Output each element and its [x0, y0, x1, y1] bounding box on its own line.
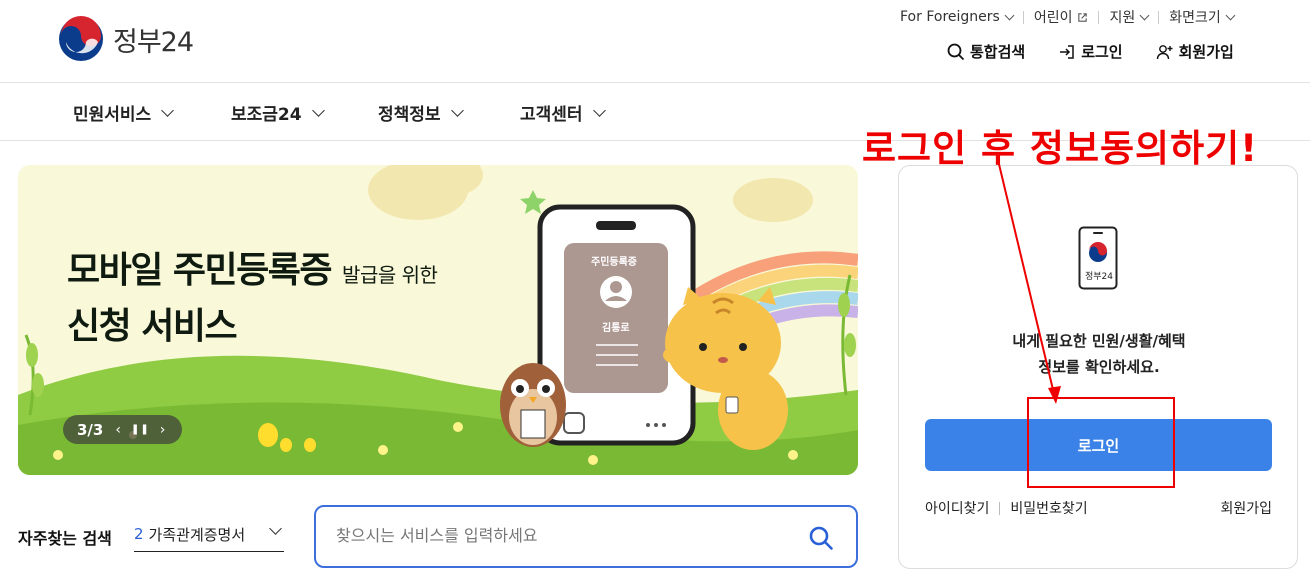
utility-links: For Foreigners 어린이 지원 화면크기 — [900, 7, 1236, 27]
header: 정부24 For Foreigners 어린이 지원 화면크기 통합검색 로그인… — [0, 0, 1310, 83]
for-foreigners-label: For Foreigners — [900, 9, 1000, 25]
nav-item-policy-info[interactable]: 정책정보 — [378, 100, 464, 125]
promo-banner[interactable]: 모바일 주민등록증 발급을 위한 신청 서비스 주민등록증 김통로 3/3 ‹ … — [18, 165, 858, 475]
frequent-search-label: 자주찾는 검색 — [18, 529, 112, 548]
nav-label: 정책정보 — [378, 105, 441, 125]
frequent-search-value: 가족관계증명서 — [148, 525, 246, 544]
font-size-label: 화면크기 — [1169, 10, 1221, 26]
integrated-search-button[interactable]: 통합검색 — [947, 41, 1025, 62]
divider — [1098, 10, 1100, 24]
pager-count: 3/3 — [77, 420, 104, 439]
chevron-down-icon — [1004, 10, 1015, 20]
login-links: 아이디찾기 비밀번호찾기 회원가입 — [925, 498, 1272, 518]
font-size-link[interactable]: 화면크기 — [1169, 7, 1236, 27]
frequent-search-select[interactable]: 2 가족관계증명서 — [134, 517, 284, 552]
divider — [1022, 10, 1024, 24]
chevron-down-icon — [592, 104, 606, 117]
logo-text: 정부24 — [113, 26, 194, 58]
pause-icon[interactable]: ❚❚ — [131, 424, 150, 435]
add-user-icon — [1156, 44, 1173, 59]
chevron-down-icon — [450, 104, 464, 117]
nav-label: 민원서비스 — [73, 105, 152, 125]
id-card-name: 김통로 — [602, 323, 630, 334]
prev-slide-icon[interactable]: ‹ — [115, 422, 121, 438]
login-link[interactable]: 로그인 — [1058, 41, 1123, 62]
banner-pager: 3/3 ‹ ❚❚ › — [63, 415, 182, 444]
service-search-box — [314, 505, 858, 568]
banner-title-line2: 신청 서비스 — [67, 306, 238, 347]
chevron-down-icon — [161, 104, 175, 117]
find-id-link[interactable]: 아이디찾기 — [925, 498, 989, 518]
search-input[interactable] — [336, 526, 786, 545]
chevron-down-icon — [269, 522, 282, 535]
chevron-down-icon — [311, 104, 325, 117]
login-description: 내게 필요한 민원/생활/혜택 정보를 확인하세요. — [899, 328, 1299, 380]
frequent-search-rank: 2 — [134, 525, 144, 543]
signup-link[interactable]: 회원가입 — [1220, 498, 1272, 518]
divider — [1158, 10, 1160, 24]
login-desc-line2: 정보를 확인하세요. — [1038, 358, 1160, 376]
login-label: 로그인 — [1081, 43, 1123, 61]
signup-link[interactable]: 회원가입 — [1156, 41, 1234, 62]
signup-label: 회원가입 — [1178, 43, 1234, 61]
login-icon-label: 정부24 — [1085, 272, 1114, 282]
region-label: 지원 — [1109, 10, 1136, 26]
login-icon — [1060, 44, 1074, 59]
next-slide-icon[interactable]: › — [160, 422, 166, 438]
for-foreigners-link[interactable]: For Foreigners — [900, 9, 1015, 25]
kids-label: 어린이 — [1033, 10, 1073, 26]
nav-label: 보조금24 — [231, 105, 302, 125]
header-actions: 통합검색 로그인 회원가입 — [947, 41, 1234, 62]
login-card: 정부24 내게 필요한 민원/생활/혜택 정보를 확인하세요. 로그인 아이디찾… — [898, 165, 1298, 569]
search-icon — [947, 43, 965, 60]
external-link-icon — [1078, 12, 1088, 22]
region-link[interactable]: 지원 — [1109, 7, 1150, 27]
nav-item-customer-center[interactable]: 고객센터 — [520, 100, 606, 125]
gov24-logo[interactable]: 정부24 — [58, 16, 194, 62]
chevron-down-icon — [1139, 10, 1150, 20]
divider — [999, 501, 1001, 515]
kids-link[interactable]: 어린이 — [1034, 7, 1089, 27]
nav-label: 고객센터 — [520, 105, 583, 125]
find-password-link[interactable]: 비밀번호찾기 — [1010, 498, 1087, 518]
banner-title-small: 발급을 위한 — [342, 263, 438, 287]
chevron-down-icon — [1225, 10, 1236, 20]
id-card-title: 주민등록증 — [591, 257, 637, 268]
annotation-text: 로그인 후 정보동의하기! — [862, 127, 1259, 170]
search-label: 통합검색 — [970, 43, 1026, 61]
login-desc-line1: 내게 필요한 민원/생활/혜택 — [1012, 332, 1186, 350]
nav-item-civil-service[interactable]: 민원서비스 — [73, 100, 175, 125]
nav-item-subsidy24[interactable]: 보조금24 — [231, 100, 325, 125]
login-button[interactable]: 로그인 — [925, 419, 1272, 471]
banner-title: 모바일 주민등록증 발급을 위한 신청 서비스 — [67, 245, 438, 353]
search-icon[interactable] — [808, 525, 834, 551]
taeguk-logo-icon — [59, 16, 103, 61]
banner-title-line1: 모바일 주민등록증 — [67, 250, 333, 291]
